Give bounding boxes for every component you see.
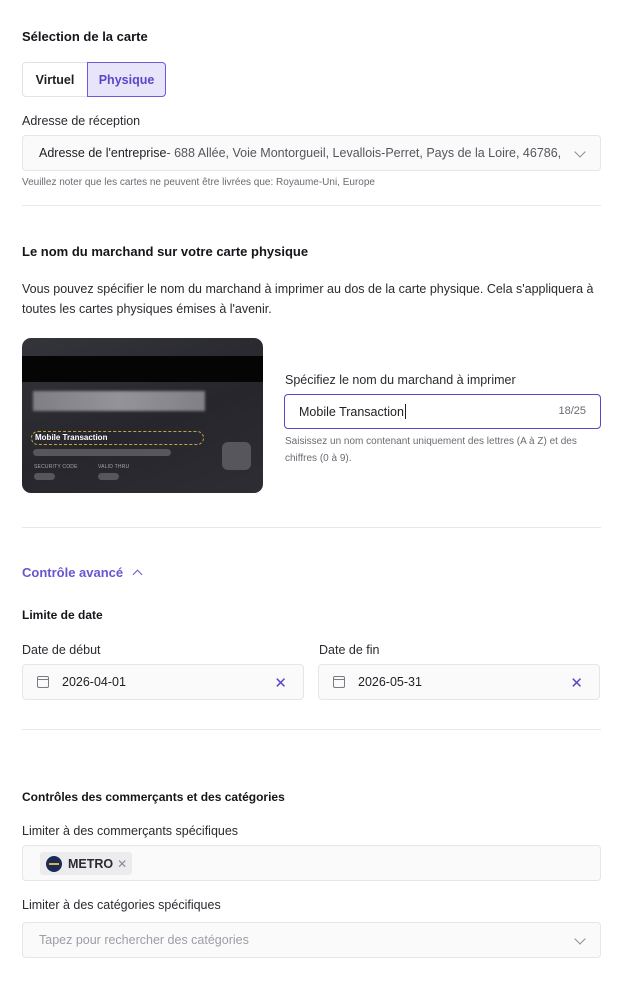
start-date-input[interactable]: 2026-04-01 ✕	[22, 664, 304, 700]
card-chip	[222, 442, 251, 470]
card-selection-title: Sélection de la carte	[22, 29, 148, 44]
merchant-controls-title: Contrôles des commerçants et des catégor…	[22, 790, 285, 804]
end-date-label: Date de fin	[319, 643, 380, 657]
merchants-tag-input[interactable]: METRO ✕	[22, 845, 601, 881]
card-back-preview: Mobile Transaction SECURITY CODE VALID T…	[22, 338, 263, 493]
chevron-down-icon	[574, 933, 586, 945]
description-line: Vous pouvez spécifier le nom du marchand…	[22, 282, 594, 296]
security-code-label: SECURITY CODE	[34, 464, 78, 470]
address-value-prefix: Adresse de l'entreprise	[39, 146, 167, 160]
clear-end-date-icon[interactable]: ✕	[570, 674, 583, 692]
divider	[22, 527, 601, 528]
chevron-up-icon	[132, 569, 143, 580]
clear-start-date-icon[interactable]: ✕	[274, 674, 287, 692]
merchant-section-title: Le nom du marchand sur votre carte physi…	[22, 244, 309, 259]
merchant-input-label: Spécifiez le nom du marchand à imprimer	[285, 373, 516, 387]
card-number-placeholder	[33, 449, 171, 456]
card-merchant-name: Mobile Transaction	[31, 431, 204, 445]
start-date-value: 2026-04-01	[62, 675, 126, 689]
divider	[22, 205, 601, 206]
card-type-virtual-button[interactable]: Virtuel	[22, 62, 87, 97]
calendar-icon	[333, 676, 345, 688]
signature-panel	[33, 391, 205, 411]
card-type-physical-button[interactable]: Physique	[87, 62, 166, 97]
end-date-value: 2026-05-31	[358, 675, 422, 689]
merchant-name-input[interactable]: Mobile Transaction 18/25	[284, 394, 601, 429]
help-line: Saisissez un nom contenant uniquement de…	[285, 436, 577, 447]
start-date-label: Date de début	[22, 643, 101, 657]
merchant-name-value: Mobile Transaction	[299, 404, 404, 419]
character-counter: 18/25	[558, 405, 586, 417]
merchant-section-description: Vous pouvez spécifier le nom du marchand…	[22, 279, 593, 319]
merchant-tag-label: METRO	[68, 856, 114, 871]
address-note: Veuillez noter que les cartes ne peuvent…	[22, 177, 375, 188]
categories-placeholder: Tapez pour rechercher des catégories	[39, 933, 249, 947]
card-type-selector: Virtuel Physique	[22, 62, 166, 97]
merchant-input-help: Saisissez un nom contenant uniquement de…	[285, 433, 577, 467]
divider	[22, 729, 601, 730]
chevron-down-icon	[574, 146, 586, 158]
address-label: Adresse de réception	[22, 114, 141, 128]
remove-tag-icon[interactable]: ✕	[117, 857, 127, 871]
merchants-limit-label: Limiter à des commerçants spécifiques	[22, 824, 239, 838]
valid-thru-placeholder	[98, 473, 119, 480]
categories-search-select[interactable]: Tapez pour rechercher des catégories	[22, 922, 601, 958]
magnetic-stripe	[22, 356, 263, 382]
advanced-control-toggle[interactable]: Contrôle avancé	[22, 565, 143, 580]
merchant-tag: METRO ✕	[40, 852, 133, 875]
valid-thru-label: VALID THRU	[98, 464, 130, 470]
address-select[interactable]: Adresse de l'entreprise - 688 Allée, Voie…	[22, 135, 601, 171]
text-cursor	[404, 404, 406, 419]
description-line: toutes les cartes physiques émises à l'a…	[22, 302, 272, 316]
calendar-icon	[37, 676, 49, 688]
address-value: - 688 Allée, Voie Montorgueil, Levallois…	[166, 146, 562, 160]
categories-limit-label: Limiter à des catégories spécifiques	[22, 898, 221, 912]
help-line: chiffres (0 à 9).	[285, 453, 352, 464]
security-code-placeholder	[34, 473, 55, 480]
advanced-control-label: Contrôle avancé	[22, 565, 124, 580]
date-limit-title: Limite de date	[22, 608, 103, 622]
metro-logo-icon	[46, 855, 62, 872]
end-date-input[interactable]: 2026-05-31 ✕	[318, 664, 600, 700]
